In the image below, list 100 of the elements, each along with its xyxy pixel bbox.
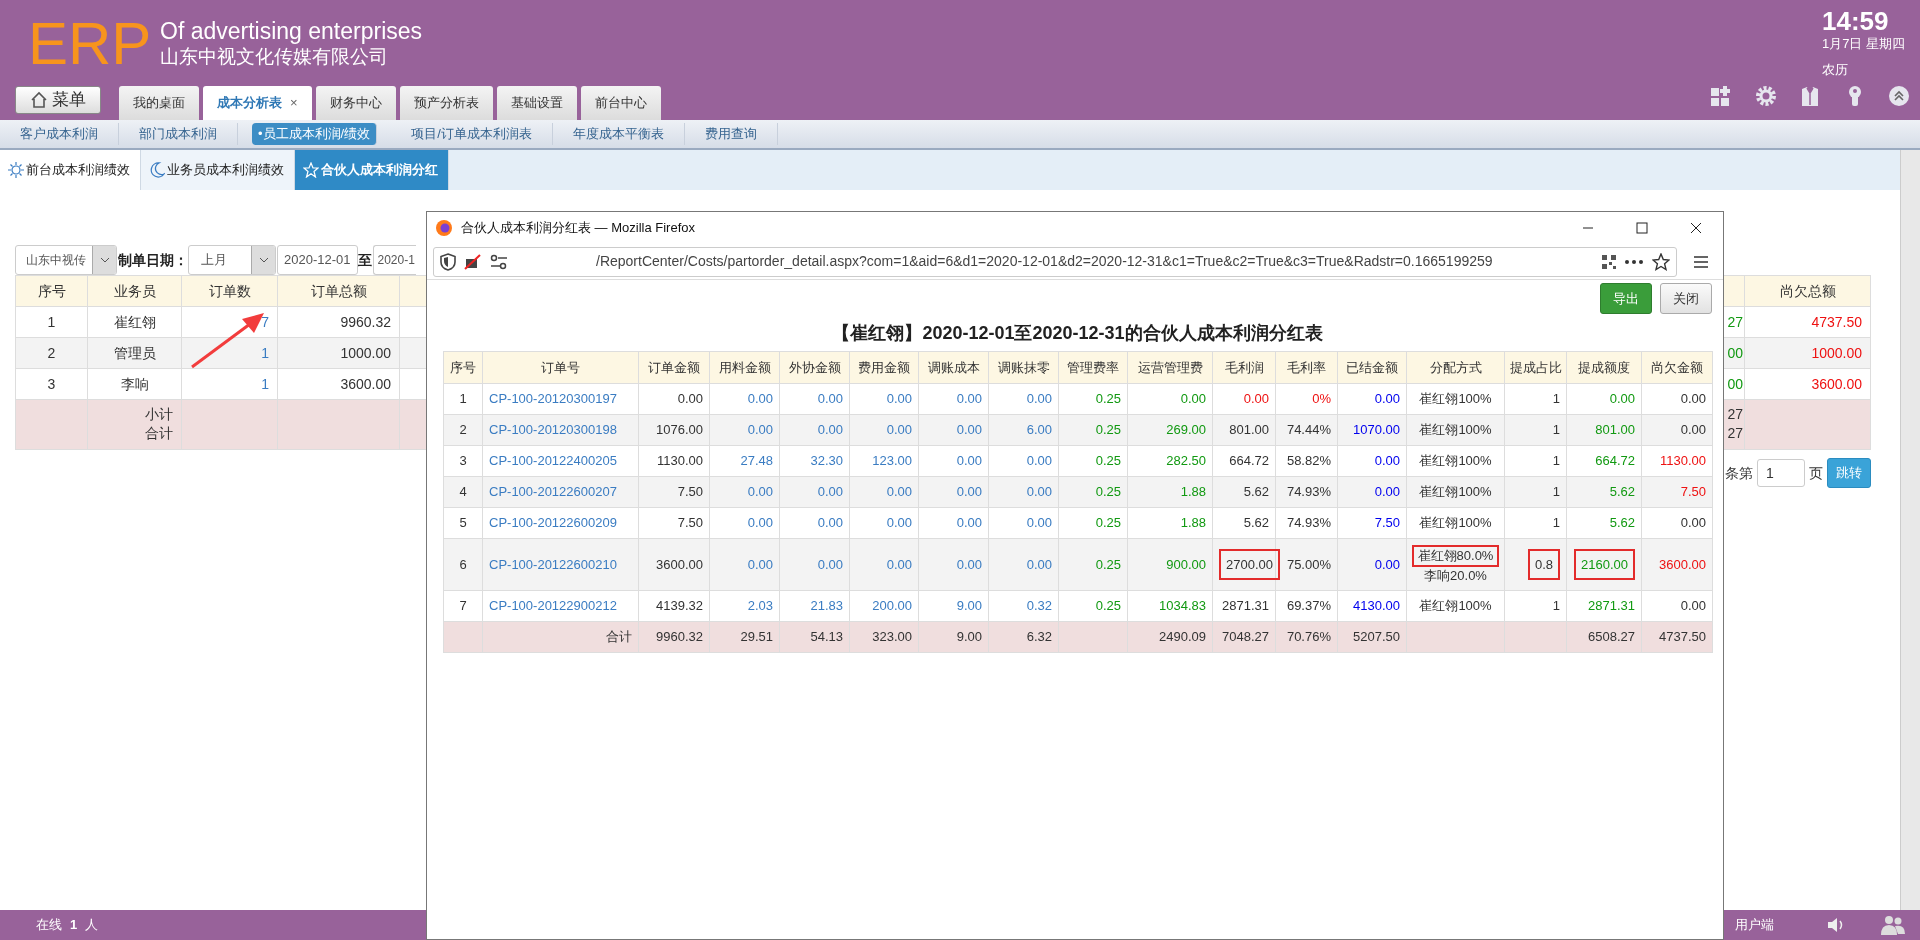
table-cell: 0.00	[956, 515, 982, 531]
table-cell: 0.00	[956, 391, 982, 407]
close-icon	[1690, 222, 1702, 234]
report-title: 【崔红翎】2020-12-01至2020-12-31的合伙人成本利润分红表	[831, 322, 1324, 345]
column-header: 调账成本	[918, 351, 989, 384]
table-cell: 0.25	[1095, 453, 1121, 469]
column-header: 序号	[443, 351, 483, 384]
table-cell: 00	[1727, 375, 1743, 392]
company-name: 山东中视文化传媒有限公司	[160, 45, 389, 69]
subnav-link[interactable]: 客户成本利润	[0, 123, 119, 145]
table-cell: 0.25	[1095, 515, 1121, 531]
column-header: 订单总额	[277, 275, 400, 307]
table-cell: 5.62	[1243, 484, 1269, 500]
nav-tab[interactable]: 基础设置	[496, 86, 577, 120]
browser-logo-icon	[435, 219, 453, 237]
table-cell: 0.00	[1609, 391, 1635, 407]
column-header: 尚欠金额	[1641, 351, 1713, 384]
table-cell: 0.00	[1680, 515, 1706, 531]
table-cell: 崔红翎100%	[1419, 598, 1492, 614]
clock-date: 1月7日 星期四	[1822, 35, 1907, 53]
period-select[interactable]: 上月	[188, 245, 276, 275]
nav-tab[interactable]: 财务中心	[315, 86, 396, 120]
table-cell: 1076.00	[656, 422, 703, 438]
table-cell: 0.00	[747, 484, 773, 500]
table-cell: 5	[459, 515, 467, 531]
table-cell: 崔红翎	[113, 313, 156, 330]
close-tab-button[interactable]: ×	[290, 93, 298, 113]
column-header: 管理费率	[1058, 351, 1128, 384]
sub-tab[interactable]: 合伙人成本利润分红	[295, 150, 449, 190]
grid-plus-icon[interactable]	[1710, 85, 1732, 107]
column-header: 运营管理费	[1127, 351, 1213, 384]
table-cell: 21.83	[810, 598, 843, 614]
export-button[interactable]: 导出	[1600, 283, 1652, 314]
address-bar[interactable]: /ReportCenter/Costs/partorder_detail.aspx?com=1&aid=6&d1=2020-12-01&d2=2020-12-31&c1=True&c2=True&c3=True&Radstr=0.1665199259	[433, 246, 1677, 277]
subnav-link[interactable]: 费用查询	[684, 123, 778, 145]
go-button[interactable]: 跳转	[1827, 458, 1871, 488]
table-cell: 3600.00	[1659, 556, 1706, 572]
page-field[interactable]: 1	[1757, 459, 1805, 487]
table-cell: 6	[459, 556, 467, 572]
clock-time: 14:59	[1822, 8, 1890, 34]
table-cell: 1130.00	[656, 453, 703, 469]
double-chevron-icon[interactable]	[1888, 85, 1910, 107]
url-text: /ReportCenter/Costs/partorder_detail.aspx?com=1&aid=6&d1=2020-12-01&d2=2020-12-31&c1=True&c2=True&c3=True&Radstr=0.1665199259	[595, 252, 1494, 271]
table-cell: 0.25	[1095, 391, 1121, 407]
table-cell: 0.32	[1026, 598, 1052, 614]
table-cell: 1	[1552, 598, 1560, 614]
menu-button[interactable]: 菜单	[15, 86, 101, 114]
table-cell: 0.00	[1026, 453, 1052, 469]
order-count-link[interactable]: 1	[261, 344, 269, 361]
total-cell: 54.13	[810, 629, 843, 645]
subnav-link[interactable]: •员工成本利润/绩效	[252, 123, 378, 145]
total-cell: 合计	[606, 629, 632, 645]
table-cell: 0.00	[817, 556, 843, 572]
table-cell: 0.00	[747, 422, 773, 438]
table-cell: 1070.00	[1353, 422, 1400, 438]
table-cell: 0.00	[677, 391, 703, 407]
subnav-link[interactable]: 部门成本利润	[119, 123, 238, 145]
table-cell: 崔红翎100%	[1419, 391, 1492, 407]
close-report-button[interactable]: 关闭	[1660, 283, 1712, 314]
subnav-link[interactable]: 年度成本平衡表	[552, 123, 685, 145]
table-cell: 崔红翎100%	[1419, 422, 1492, 438]
nav-tab[interactable]: 预产分析表	[399, 86, 493, 120]
gear-icon[interactable]	[1754, 85, 1777, 107]
table-cell: 0.00	[1243, 391, 1269, 407]
table-cell: 269.00	[1166, 422, 1206, 438]
more-icon[interactable]	[1624, 258, 1644, 265]
table-cell: 0.00	[817, 484, 843, 500]
sub-tab[interactable]: 业务员成本利润绩效	[141, 150, 295, 190]
table-cell: 4139.32	[656, 598, 703, 614]
column-header: 订单号	[482, 351, 639, 384]
table-cell: 27	[1727, 313, 1743, 330]
order-count-link[interactable]: 1	[261, 375, 269, 392]
menu-icon[interactable]	[1693, 254, 1709, 269]
column-header: 已结金额	[1337, 351, 1407, 384]
table-cell: 0.00	[1026, 391, 1052, 407]
table-cell: 4	[459, 484, 467, 500]
table-cell: 0.00	[1026, 484, 1052, 500]
online-label: 在线	[36, 916, 62, 935]
nav-tab[interactable]: 我的桌面	[119, 86, 199, 120]
scrollbar[interactable]	[1900, 150, 1920, 910]
company-select[interactable]: 山东中视传	[15, 245, 117, 275]
table-cell: 3	[459, 453, 467, 469]
table-cell: 0.00	[886, 391, 912, 407]
nav-tab[interactable]: 成本分析表 ×	[203, 86, 312, 120]
caret-icon	[99, 257, 110, 263]
date-label: 制单日期：	[118, 250, 188, 270]
table-cell: 9960.32	[340, 313, 391, 330]
table-cell: 2700.00	[1219, 548, 1280, 581]
qr-code-icon[interactable]	[1602, 254, 1616, 269]
sub-tab[interactable]: 前台成本利润绩效	[0, 150, 141, 190]
column-header: 订单数	[181, 275, 278, 307]
star-icon[interactable]	[1652, 252, 1670, 271]
users-icon[interactable]	[1880, 914, 1906, 936]
table-cell: 0.25	[1095, 484, 1121, 500]
table-cell: 3600.00	[1811, 375, 1862, 392]
nav-tab[interactable]: 前台中心	[580, 86, 661, 120]
subnav-link[interactable]: 项目/订单成本利润表	[391, 123, 553, 145]
table-cell: 5.62	[1243, 515, 1269, 531]
shirt-icon[interactable]	[1799, 85, 1821, 107]
order-count-link[interactable]: 7	[261, 313, 269, 330]
